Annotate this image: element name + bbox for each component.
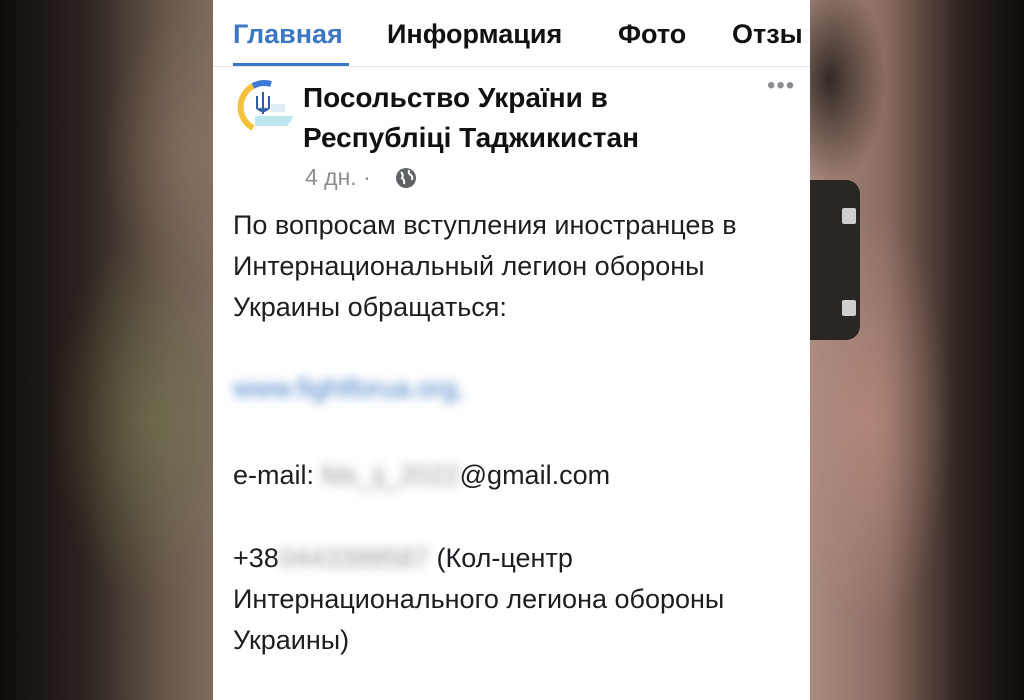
globe-icon — [396, 168, 416, 188]
website-link[interactable]: www.fightforua.org, — [233, 368, 793, 409]
tab-main[interactable]: Главная — [233, 19, 343, 50]
tab-photos[interactable]: Фото — [618, 19, 686, 50]
email-line: e-mail: fds_ij_2022@gmail.com — [233, 455, 793, 496]
more-options-icon[interactable]: ••• — [767, 72, 795, 100]
post-paragraph: По вопросам вступления иностранцев в Инт… — [233, 210, 737, 322]
phone-contact: +380443399587 (Кол-центр Интернациональн… — [233, 538, 793, 661]
trident-logo-icon — [237, 80, 295, 131]
phone-prefix: +38 — [233, 543, 279, 573]
tab-bar: Главная Информация Фото Отзы — [213, 0, 810, 67]
post-time[interactable]: 4 дн. — [305, 164, 357, 190]
post-meta: 4 дн. · — [305, 164, 371, 191]
active-tab-indicator — [233, 63, 349, 66]
page-name[interactable]: Посольство України в Республіці Таджикис… — [303, 78, 743, 158]
tab-info[interactable]: Информация — [387, 19, 562, 50]
phone-screen: Главная Информация Фото Отзы Посольство … — [213, 0, 810, 700]
phone-blurred: 0443399587 — [278, 543, 429, 573]
background-right — [810, 0, 1024, 700]
email-domain: @gmail.com — [459, 460, 611, 490]
strap-clip — [842, 300, 856, 316]
strap-clip — [842, 208, 856, 224]
tab-reviews[interactable]: Отзы — [732, 19, 803, 50]
meta-separator: · — [363, 164, 371, 190]
phone-case-strap — [810, 180, 860, 340]
email-label: e-mail: — [233, 460, 322, 490]
email-blurred: fds_ij_2022 — [321, 460, 460, 490]
page-avatar[interactable] — [231, 78, 295, 136]
background-left — [0, 0, 213, 700]
